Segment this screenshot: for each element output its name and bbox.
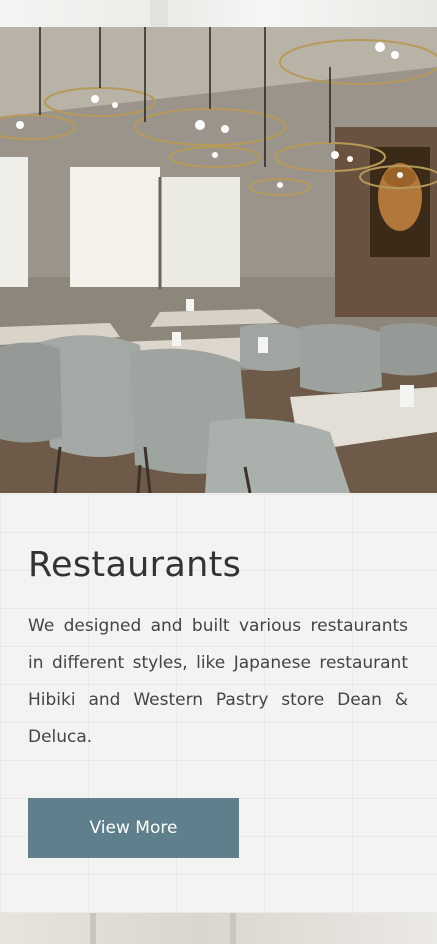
previous-section-edge <box>0 0 437 27</box>
view-more-button[interactable]: View More <box>28 798 239 858</box>
section-description: We designed and built various restaurant… <box>28 616 408 747</box>
restaurants-section: Restaurants We designed and built variou… <box>0 493 437 913</box>
next-section-edge <box>0 913 437 944</box>
restaurant-interior-photo <box>0 27 437 493</box>
section-title: Restaurants <box>28 545 242 585</box>
